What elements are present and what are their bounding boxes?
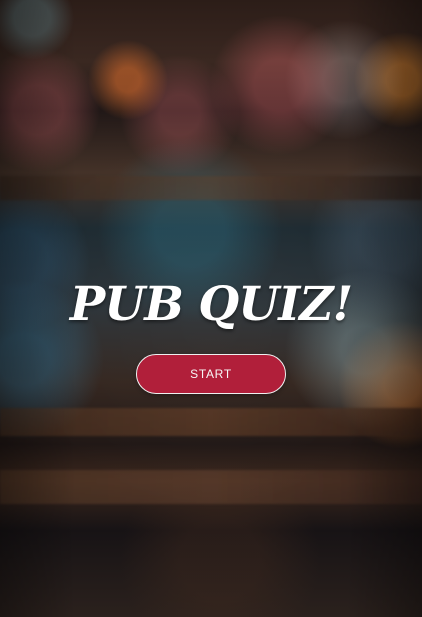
quiz-start-screen: PUB QUIZ! START — [0, 0, 422, 617]
start-button[interactable]: START — [136, 354, 286, 394]
page-title: PUB QUIZ! — [69, 277, 353, 332]
start-content: PUB QUIZ! START — [0, 0, 422, 617]
